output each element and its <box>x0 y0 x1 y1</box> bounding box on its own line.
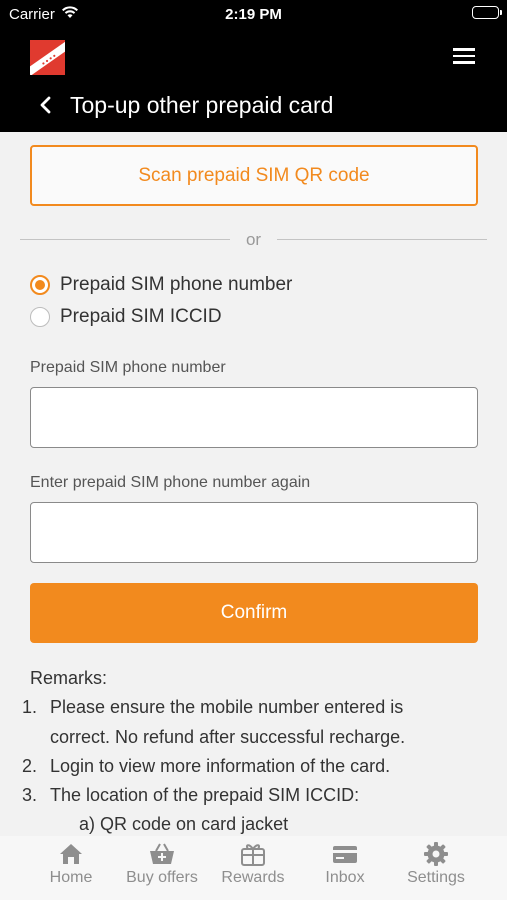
app-header: ● ● ● ● Top-up other prepaid card <box>0 30 507 132</box>
clock: 2:19 PM <box>225 6 282 23</box>
tab-buy-offers[interactable]: Buy offers <box>117 840 207 896</box>
remark-line: correct. No refund after successful rech… <box>50 726 406 747</box>
topup-form: Scan prepaid SIM QR code or Prepaid SIM … <box>0 132 507 836</box>
tab-rewards[interactable]: Rewards <box>213 840 293 896</box>
tab-label: Settings <box>407 869 465 886</box>
remark-number: 1. <box>22 697 38 717</box>
remark-line: Please ensure the mobile number entered … <box>50 697 404 717</box>
remarks-title: Remarks: <box>30 668 108 688</box>
chevron-left-icon[interactable] <box>36 92 56 118</box>
remark-number: 3. <box>22 785 38 805</box>
phone-field-label: Prepaid SIM phone number <box>30 359 226 376</box>
option-label: Prepaid SIM phone number <box>60 274 293 295</box>
tab-inbox[interactable]: Inbox <box>310 840 380 896</box>
option-phone-number[interactable]: Prepaid SIM phone number <box>30 273 292 297</box>
tab-label: Inbox <box>325 869 365 886</box>
basket-icon <box>148 840 176 868</box>
bottom-tab-bar: Home Buy offers Rewards Inbox Settings <box>0 836 507 900</box>
tab-settings[interactable]: Settings <box>396 840 476 896</box>
phone-again-field-label: Enter prepaid SIM phone number again <box>30 474 311 491</box>
tab-label: Home <box>49 869 93 886</box>
radio-selected-icon[interactable] <box>30 275 50 295</box>
page-title: Top-up other prepaid card <box>70 92 334 118</box>
tab-home[interactable]: Home <box>36 840 106 896</box>
gift-icon <box>239 840 267 868</box>
tab-label: Buy offers <box>126 869 198 886</box>
remark-text: Please ensure the mobile number entered … <box>50 693 490 752</box>
phone-number-input[interactable] <box>30 387 478 448</box>
gear-icon <box>422 840 450 868</box>
tab-label: Rewards <box>221 869 285 886</box>
battery-icon <box>472 6 502 19</box>
card-icon <box>331 840 359 868</box>
radio-unselected-icon[interactable] <box>30 307 50 327</box>
option-label: Prepaid SIM ICCID <box>60 306 222 327</box>
or-divider: or <box>20 230 487 250</box>
divider-line-right <box>277 239 487 240</box>
option-iccid[interactable]: Prepaid SIM ICCID <box>30 305 222 329</box>
or-label: or <box>245 230 262 249</box>
status-bar: Carrier 2:19 PM <box>0 0 507 30</box>
hamburger-menu-icon[interactable] <box>453 48 475 64</box>
confirm-button[interactable]: Confirm <box>30 583 478 643</box>
remark-text: Login to view more information of the ca… <box>50 756 391 776</box>
remark-number: 2. <box>22 756 38 776</box>
remark-text: The location of the prepaid SIM ICCID: <box>50 785 360 805</box>
home-icon <box>57 840 85 868</box>
scan-qr-button[interactable]: Scan prepaid SIM QR code <box>30 145 478 206</box>
brand-logo-icon[interactable]: ● ● ● ● <box>30 40 65 75</box>
remark-sub-item: a) QR code on card jacket <box>79 814 289 834</box>
phone-number-confirm-input[interactable] <box>30 502 478 563</box>
